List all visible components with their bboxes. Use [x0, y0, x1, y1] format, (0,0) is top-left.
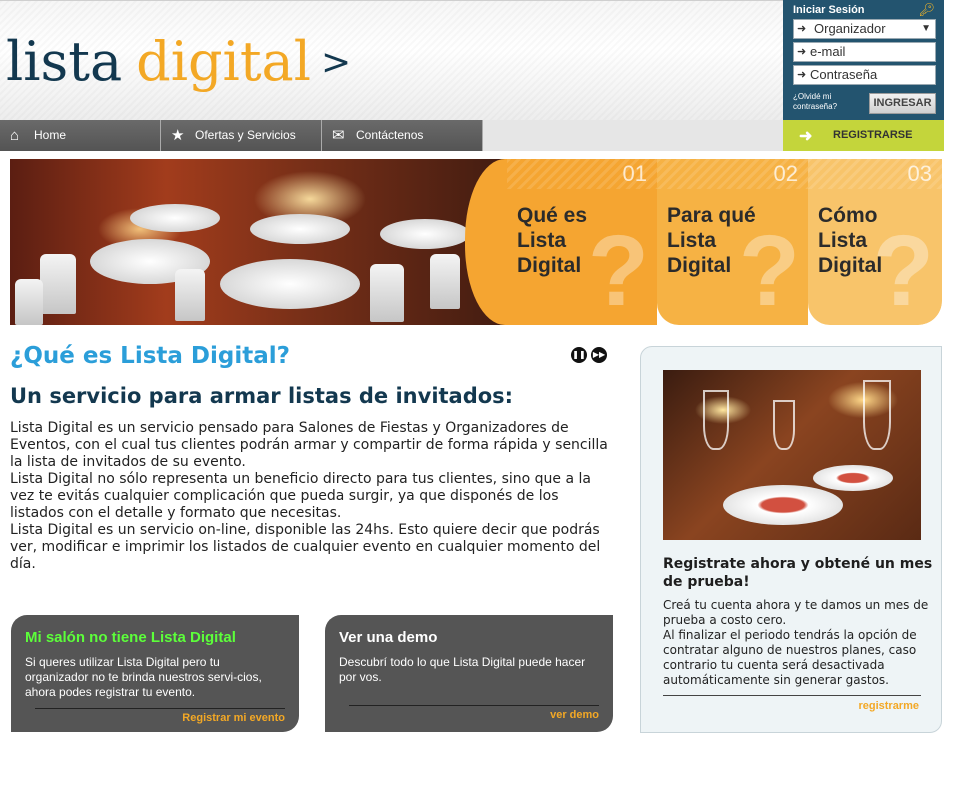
register-button[interactable]: ➜ REGISTRARSE	[783, 120, 944, 151]
forgot-password-link[interactable]: ¿Olvidé mi contraseña?	[793, 92, 855, 112]
register-label: REGISTRARSE	[833, 129, 913, 141]
login-panel: Iniciar Sesión 🔑︎ ➜ Organizador ▼ ➜ e-ma…	[783, 0, 944, 120]
register-event-link[interactable]: Registrar mi evento	[182, 712, 285, 724]
logo-word-digital: digital	[136, 30, 311, 93]
arrow-right-icon: ➜	[797, 23, 807, 35]
envelope-icon: ✉	[332, 127, 345, 144]
banner-panel-3[interactable]: 03 ? Cómo Lista Digital	[808, 159, 942, 325]
password-field[interactable]: ➜ Contraseña	[793, 65, 936, 85]
card-paragraph: Al finalizar el periodo tendrás la opció…	[663, 628, 917, 687]
key-icon: 🔑︎	[918, 3, 935, 18]
promo-register-event: Mi salón no tiene Lista Digital Si quere…	[11, 615, 299, 732]
nav-item-home[interactable]: ⌂ Home	[0, 120, 161, 151]
panel-number: 03	[907, 161, 932, 186]
email-placeholder: e-mail	[810, 44, 846, 59]
panel-number: 01	[622, 161, 647, 186]
panel-number: 02	[773, 161, 798, 186]
nav-item-contacto[interactable]: ✉ Contáctenos	[322, 120, 483, 151]
promo-body: Si queres utilizar Lista Digital pero tu…	[25, 655, 262, 699]
card-paragraph: Creá tu cuenta ahora y te damos un mes d…	[663, 598, 929, 627]
promo-title: Mi salón no tiene Lista Digital	[25, 629, 236, 646]
home-icon: ⌂	[10, 127, 20, 144]
banquet-hall-photo	[10, 159, 530, 325]
nav-item-label: Contáctenos	[356, 128, 424, 142]
pause-icon[interactable]: ❚❚	[571, 347, 587, 363]
page-subtitle: Un servicio para armar listas de invitad…	[10, 384, 514, 408]
nav-item-label: Home	[34, 128, 67, 142]
arrow-right-icon: ➜	[797, 69, 807, 81]
promo-demo: Ver una demo Descubrí todo lo que Lista …	[325, 615, 613, 732]
intro-paragraph: Lista Digital es un servicio pensado par…	[10, 420, 608, 470]
promo-title: Ver una demo	[339, 629, 438, 646]
page-title: ¿Qué es Lista Digital?	[10, 343, 290, 369]
arrow-right-icon: ➜	[797, 46, 807, 58]
banner-panel-2[interactable]: 02 ? Para qué Lista Digital	[657, 159, 808, 325]
chevron-down-icon: ▼	[921, 23, 931, 34]
view-demo-link[interactable]: ver demo	[550, 709, 599, 721]
panel-title: Cómo Lista Digital	[818, 204, 883, 277]
trial-card: Registrate ahora y obtené un mes de prue…	[640, 346, 942, 733]
logo-arrow: >	[321, 42, 352, 83]
login-title: Iniciar Sesión	[793, 4, 865, 16]
arrow-right-icon: ➜	[799, 128, 813, 145]
panel-title: Qué es Lista Digital	[517, 204, 588, 277]
hero-banner: 01 ? Qué es Lista Digital 02 ? Para qué …	[10, 159, 942, 325]
nav-item-label: Ofertas y Servicios	[195, 128, 296, 142]
star-icon: ★	[171, 127, 185, 144]
password-placeholder: Contraseña	[810, 67, 878, 82]
logo-word-lista: lista	[6, 30, 123, 93]
promo-body: Descubrí todo lo que Lista Digital puede…	[339, 655, 586, 684]
intro-text: Lista Digital es un servicio pensado par…	[10, 420, 610, 573]
site-logo[interactable]: lista digital >	[6, 30, 351, 93]
card-body: Creá tu cuenta ahora y te damos un mes d…	[663, 598, 933, 688]
intro-paragraph: Lista Digital es un servicio on-line, di…	[10, 522, 601, 572]
card-title: Registrate ahora y obtené un mes de prue…	[663, 556, 933, 590]
register-me-link[interactable]: registrarme	[858, 700, 919, 712]
banner-panel-1[interactable]: 01 ? Qué es Lista Digital	[507, 159, 657, 325]
fast-forward-icon[interactable]: ▶▶	[591, 347, 607, 363]
main-nav: ⌂ Home ★ Ofertas y Servicios ✉ Contácten…	[0, 120, 783, 151]
nav-item-ofertas[interactable]: ★ Ofertas y Servicios	[161, 120, 322, 151]
role-select[interactable]: ➜ Organizador ▼	[793, 19, 936, 39]
email-field[interactable]: ➜ e-mail	[793, 42, 936, 62]
intro-paragraph: Lista Digital no sólo representa un bene…	[10, 471, 591, 521]
login-button[interactable]: INGRESAR	[869, 93, 936, 114]
panel-title: Para qué Lista Digital	[667, 204, 756, 277]
role-select-value: Organizador	[814, 21, 886, 36]
dinner-photo	[663, 370, 921, 540]
